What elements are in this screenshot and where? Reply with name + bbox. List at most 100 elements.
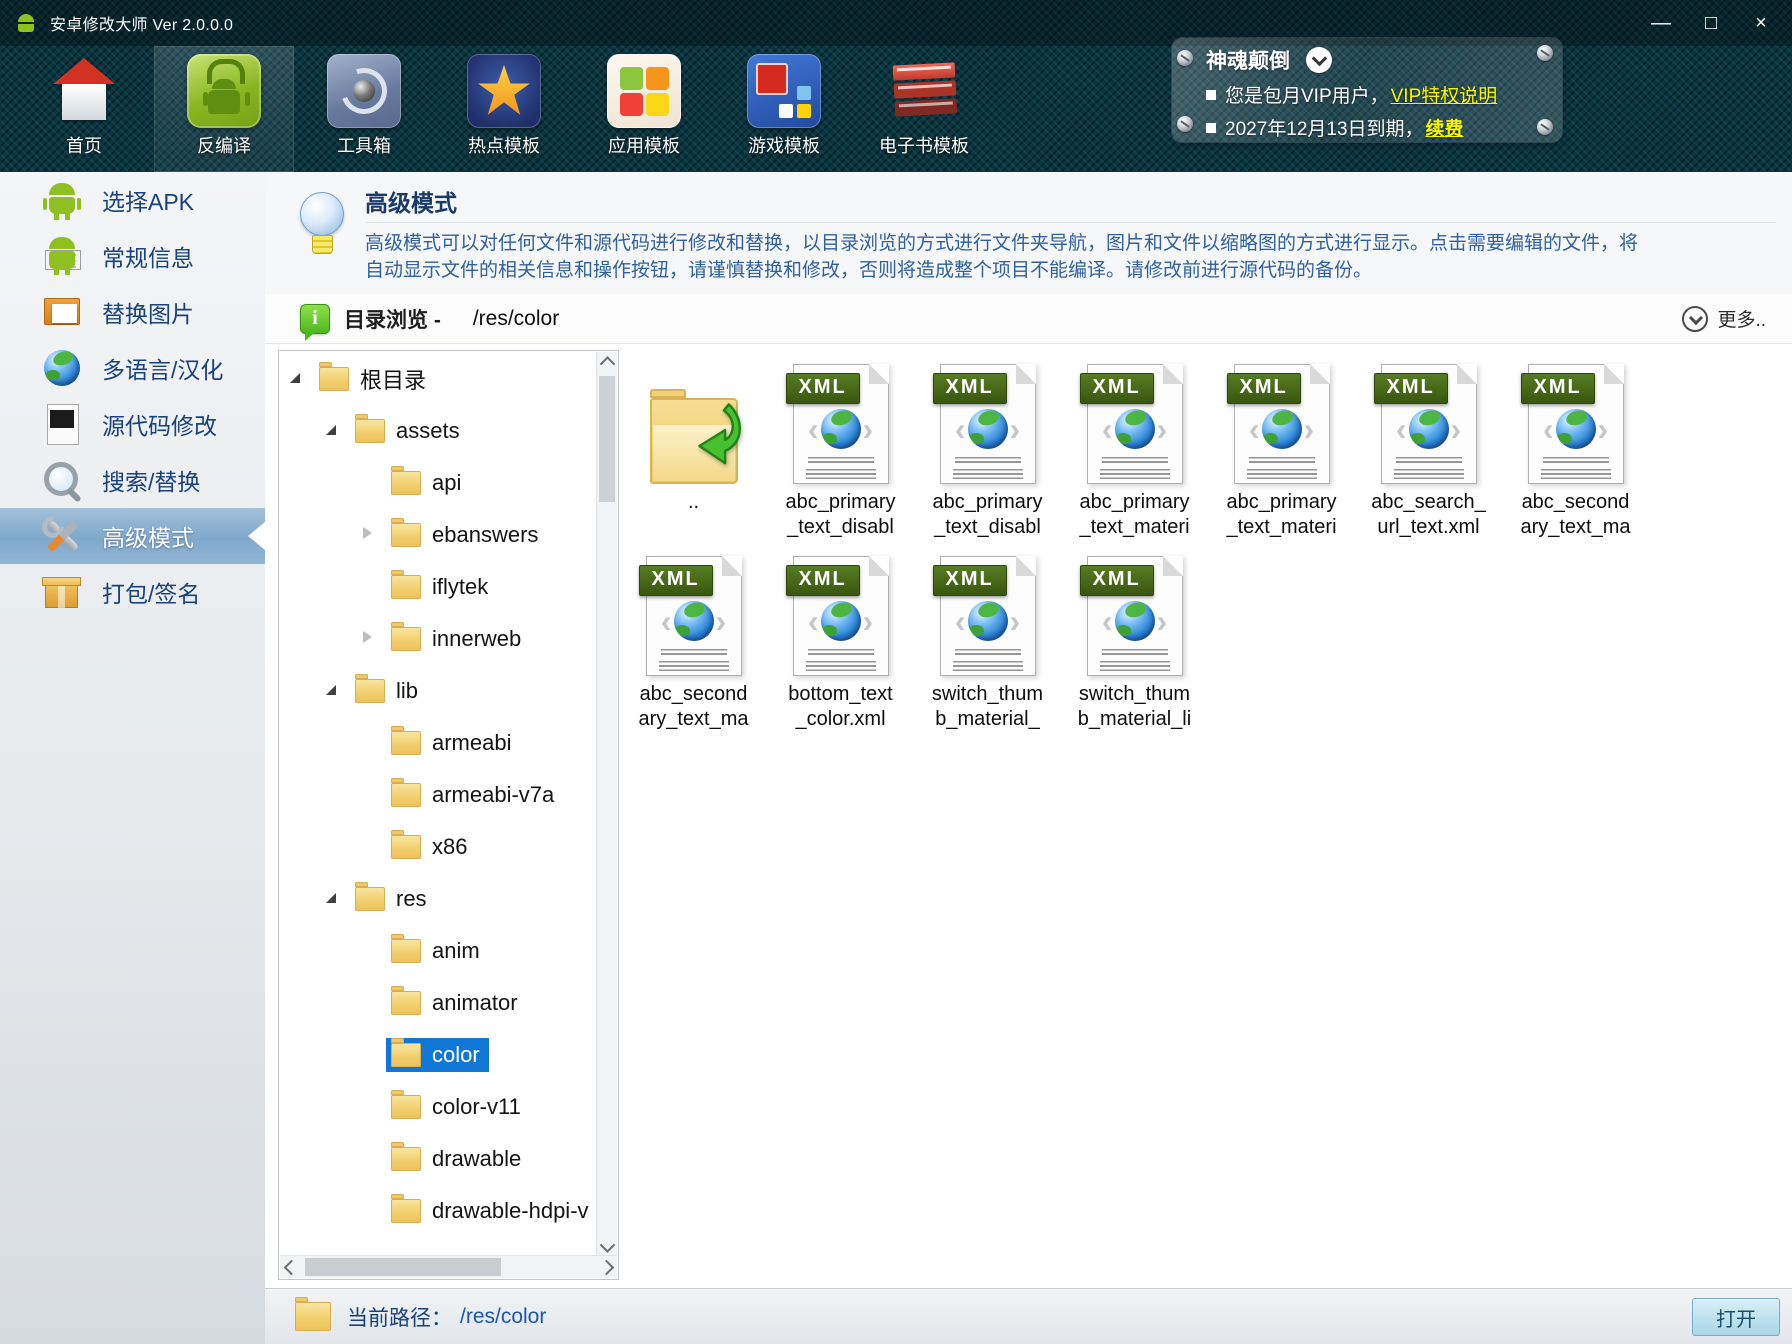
sidebar-item-advanced-mode[interactable]: 高级模式 xyxy=(0,508,265,564)
angle-bracket-icon: ‹ xyxy=(1396,409,1407,449)
sidebar-item-multilanguage[interactable]: 多语言/汉化 xyxy=(0,340,265,396)
tree-item-armeabi[interactable]: armeabi xyxy=(280,717,596,769)
file-tile-switch_thumb_material_[interactable]: XML‹›switch_thumb_material_ xyxy=(914,554,1061,746)
tree-horizontal-scrollbar[interactable] xyxy=(280,1255,617,1278)
file-tree: 根目录assetsapiebanswersiflytekinnerwebliba… xyxy=(280,353,596,1255)
toolbar-item-home[interactable]: 首页 xyxy=(14,46,154,172)
file-tile-bottom_text_color.xml[interactable]: XML‹›bottom_text_color.xml xyxy=(767,554,914,746)
tree-item-drawable[interactable]: drawable xyxy=(280,1133,596,1185)
maximize-button[interactable]: □ xyxy=(1696,10,1726,36)
sidebar-item-general-info[interactable]: 常规信息 xyxy=(0,228,265,284)
file-tile-abc_primary_text_disabl[interactable]: XML‹›abc_primary_text_disabl xyxy=(767,362,914,554)
globe-icon xyxy=(1262,409,1302,449)
description-line: 自动显示文件的相关信息和操作按钮，请谨慎替换和修改，否则将造成整个项目不能编译。… xyxy=(365,257,1780,284)
package-icon xyxy=(40,570,84,614)
expand-triangle-icon[interactable] xyxy=(326,425,336,435)
file-tile-abc_secondary_text_ma[interactable]: XML‹›abc_secondary_text_ma xyxy=(620,554,767,746)
angle-bracket-icon: ‹ xyxy=(955,409,966,449)
sidebar-item-search-replace[interactable]: 搜索/替换 xyxy=(0,452,265,508)
tree-item-ebanswers[interactable]: ebanswers xyxy=(280,509,596,561)
angle-bracket-icon: ‹ xyxy=(1249,409,1260,449)
angle-bracket-icon: ‹ xyxy=(808,409,819,449)
chevron-down-icon xyxy=(1682,306,1708,332)
file-tile-abc_secondary_text_ma[interactable]: XML‹›abc_secondary_text_ma xyxy=(1502,362,1649,554)
xml-file-icon: XML‹› xyxy=(940,364,1036,484)
tree-item-lib[interactable]: lib xyxy=(280,665,596,717)
sidebar-item-label: 替换图片 xyxy=(102,295,194,329)
toolbar-item-label: 工具箱 xyxy=(337,132,391,158)
more-button[interactable]: 更多.. xyxy=(1682,305,1766,332)
sidebar-item-source-code-edit[interactable]: 源代码修改 xyxy=(0,396,265,452)
folder-icon xyxy=(319,367,349,391)
page-title: 高级模式 xyxy=(365,184,457,218)
file-tile-label: abc_search_url_text.xml xyxy=(1355,490,1502,540)
tree-item-x86[interactable]: x86 xyxy=(280,821,596,873)
file-tile-parent-folder[interactable]: .. xyxy=(620,362,767,554)
file-tile-switch_thumb_material_li[interactable]: XML‹›switch_thumb_material_li xyxy=(1061,554,1208,746)
expand-triangle-icon[interactable] xyxy=(290,373,300,383)
window-title: 安卓修改大师 Ver 2.0.0.0 xyxy=(50,11,233,35)
folder-icon xyxy=(391,835,421,859)
tree-item-res[interactable]: res xyxy=(280,873,596,925)
tree-item-color[interactable]: color xyxy=(280,1029,596,1081)
scroll-left-button[interactable] xyxy=(280,1256,302,1278)
directory-browse-label: 目录浏览 - xyxy=(344,304,441,334)
tree-item-根目录[interactable]: 根目录 xyxy=(280,353,596,405)
toolbar-item-decompile[interactable]: 反编译 xyxy=(154,46,294,172)
sidebar-item-package-sign[interactable]: 打包/签名 xyxy=(0,564,265,620)
xml-file-icon: XML‹› xyxy=(1381,364,1477,484)
sidebar-item-select-apk[interactable]: 选择APK xyxy=(0,172,265,228)
divider xyxy=(365,222,1776,223)
xml-badge: XML xyxy=(1080,565,1154,596)
folder-icon xyxy=(391,1147,421,1171)
toolbar-item-ebook-templates[interactable]: 电子书模板 xyxy=(854,46,994,172)
scroll-up-button[interactable] xyxy=(597,352,617,372)
file-tile-abc_search_url_text.xml[interactable]: XML‹› abc_search_url_text.xml xyxy=(1355,362,1502,554)
angle-bracket-icon: › xyxy=(1304,409,1315,449)
expand-triangle-icon[interactable] xyxy=(326,685,336,695)
collapse-triangle-icon[interactable] xyxy=(363,631,372,643)
tree-item-drawable-hdpi-v[interactable]: drawable-hdpi-v xyxy=(280,1185,596,1237)
file-tile-abc_primary_text_materi[interactable]: XML‹›abc_primary_text_materi xyxy=(1061,362,1208,554)
vertical-scroll-thumb[interactable] xyxy=(599,376,615,502)
tree-item-iflytek[interactable]: iflytek xyxy=(280,561,596,613)
file-tile-abc_primary_text_disabl[interactable]: XML‹›abc_primary_text_disabl xyxy=(914,362,1061,554)
horizontal-scroll-thumb[interactable] xyxy=(305,1258,501,1276)
tree-item-api[interactable]: api xyxy=(280,457,596,509)
xml-file-icon: XML‹› xyxy=(1087,364,1183,484)
globe-icon xyxy=(1115,409,1155,449)
android-icon xyxy=(40,178,84,222)
scroll-right-button[interactable] xyxy=(595,1256,617,1278)
tree-item-armeabi-v7a[interactable]: armeabi-v7a xyxy=(280,769,596,821)
renew-link[interactable]: 续费 xyxy=(1426,114,1464,141)
close-button[interactable]: × xyxy=(1746,10,1776,36)
expand-triangle-icon[interactable] xyxy=(326,893,336,903)
toolbar-item-toolbox[interactable]: 工具箱 xyxy=(294,46,434,172)
xml-file-icon: XML‹› xyxy=(1234,364,1330,484)
decompile-icon xyxy=(187,54,261,128)
open-button[interactable]: 打开 xyxy=(1692,1298,1780,1336)
tree-item-assets[interactable]: assets xyxy=(280,405,596,457)
vip-privilege-link[interactable]: VIP特权说明 xyxy=(1391,81,1498,108)
xml-file-icon: XML‹› xyxy=(940,556,1036,676)
angle-bracket-icon: › xyxy=(716,601,727,641)
tree-vertical-scrollbar[interactable] xyxy=(596,352,617,1256)
tree-item-animator[interactable]: animator xyxy=(280,977,596,1029)
angle-bracket-icon: ‹ xyxy=(1102,601,1113,641)
globe-icon xyxy=(674,601,714,641)
toolbar-item-app-templates[interactable]: 应用模板 xyxy=(574,46,714,172)
toolbar-item-game-templates[interactable]: 游戏模板 xyxy=(714,46,854,172)
tree-item-innerweb[interactable]: innerweb xyxy=(280,613,596,665)
tree-item-anim[interactable]: anim xyxy=(280,925,596,977)
tree-item-color-v11[interactable]: color-v11 xyxy=(280,1081,596,1133)
chevron-down-icon[interactable] xyxy=(1306,47,1332,73)
window-controls: — □ × xyxy=(1646,0,1776,46)
scroll-down-button[interactable] xyxy=(597,1236,617,1256)
current-path-label: 当前路径： xyxy=(347,1302,452,1332)
collapse-triangle-icon[interactable] xyxy=(363,527,372,539)
sidebar-item-replace-images[interactable]: 替换图片 xyxy=(0,284,265,340)
tree-toggle xyxy=(324,422,348,440)
toolbar-item-hot-templates[interactable]: 热点模板 xyxy=(434,46,574,172)
minimize-button[interactable]: — xyxy=(1646,10,1676,36)
file-tile-abc_primary_text_materi[interactable]: XML‹›abc_primary_text_materi xyxy=(1208,362,1355,554)
